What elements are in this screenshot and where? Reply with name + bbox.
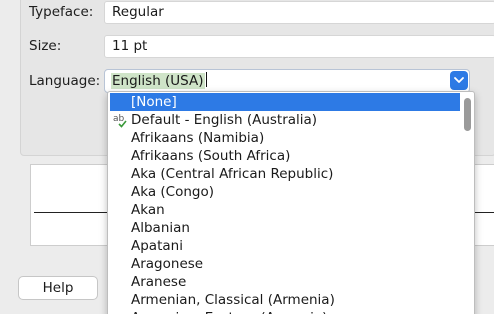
- language-option-label: Armenian, Classical (Armenia): [131, 292, 335, 308]
- language-option-label: Albanian: [131, 220, 190, 236]
- language-option[interactable]: Afrikaans (South Africa): [110, 147, 460, 165]
- language-option[interactable]: Albanian: [110, 219, 460, 237]
- language-option-label: Aranese: [131, 274, 187, 290]
- text-caret: [205, 72, 207, 87]
- language-option[interactable]: Afrikaans (Namibia): [110, 129, 460, 147]
- language-option-label: Aragonese: [131, 256, 204, 272]
- language-option-label: Akan: [131, 202, 165, 218]
- language-option[interactable]: ab Default - English (Australia): [110, 111, 460, 129]
- typeface-field[interactable]: Regular: [104, 1, 494, 24]
- svg-text:ab: ab: [113, 114, 125, 124]
- language-dropdown-button[interactable]: [450, 71, 468, 90]
- language-option[interactable]: Armenian, Eastern (Armenia): [110, 309, 460, 314]
- language-option-label: Default - English (Australia): [131, 112, 318, 128]
- language-option[interactable]: Aka (Congo): [110, 183, 460, 201]
- language-option-label: [None]: [131, 94, 177, 110]
- language-option-label: Afrikaans (South Africa): [131, 148, 291, 164]
- language-option-label: Armenian, Eastern (Armenia): [131, 310, 327, 314]
- help-button[interactable]: Help: [18, 276, 98, 300]
- language-combobox[interactable]: English (USA): [104, 69, 470, 93]
- language-option[interactable]: Aranese: [110, 273, 460, 291]
- size-field[interactable]: 11 pt: [104, 35, 494, 58]
- typeface-label: Typeface:: [29, 4, 94, 20]
- language-option[interactable]: [None]: [110, 93, 460, 111]
- language-option[interactable]: Aka (Central African Republic): [110, 165, 460, 183]
- language-option-label: Apatani: [131, 238, 183, 254]
- language-label: Language:: [29, 73, 101, 89]
- scrollbar-thumb[interactable]: [464, 98, 471, 131]
- chevron-down-icon: [454, 77, 464, 83]
- language-option-label: Aka (Central African Republic): [131, 166, 334, 182]
- list-scrollbar[interactable]: [462, 94, 472, 314]
- language-option[interactable]: Armenian, Classical (Armenia): [110, 291, 460, 309]
- language-option[interactable]: Akan: [110, 201, 460, 219]
- language-option[interactable]: Apatani: [110, 237, 460, 255]
- language-dropdown-list[interactable]: [None] ab Default - English (Australia) Afr…: [107, 91, 475, 314]
- language-option[interactable]: Aragonese: [110, 255, 460, 273]
- size-label: Size:: [29, 38, 62, 54]
- language-input-value[interactable]: English (USA): [111, 73, 205, 89]
- language-option-label: Afrikaans (Namibia): [131, 130, 265, 146]
- language-option-label: Aka (Congo): [131, 184, 214, 200]
